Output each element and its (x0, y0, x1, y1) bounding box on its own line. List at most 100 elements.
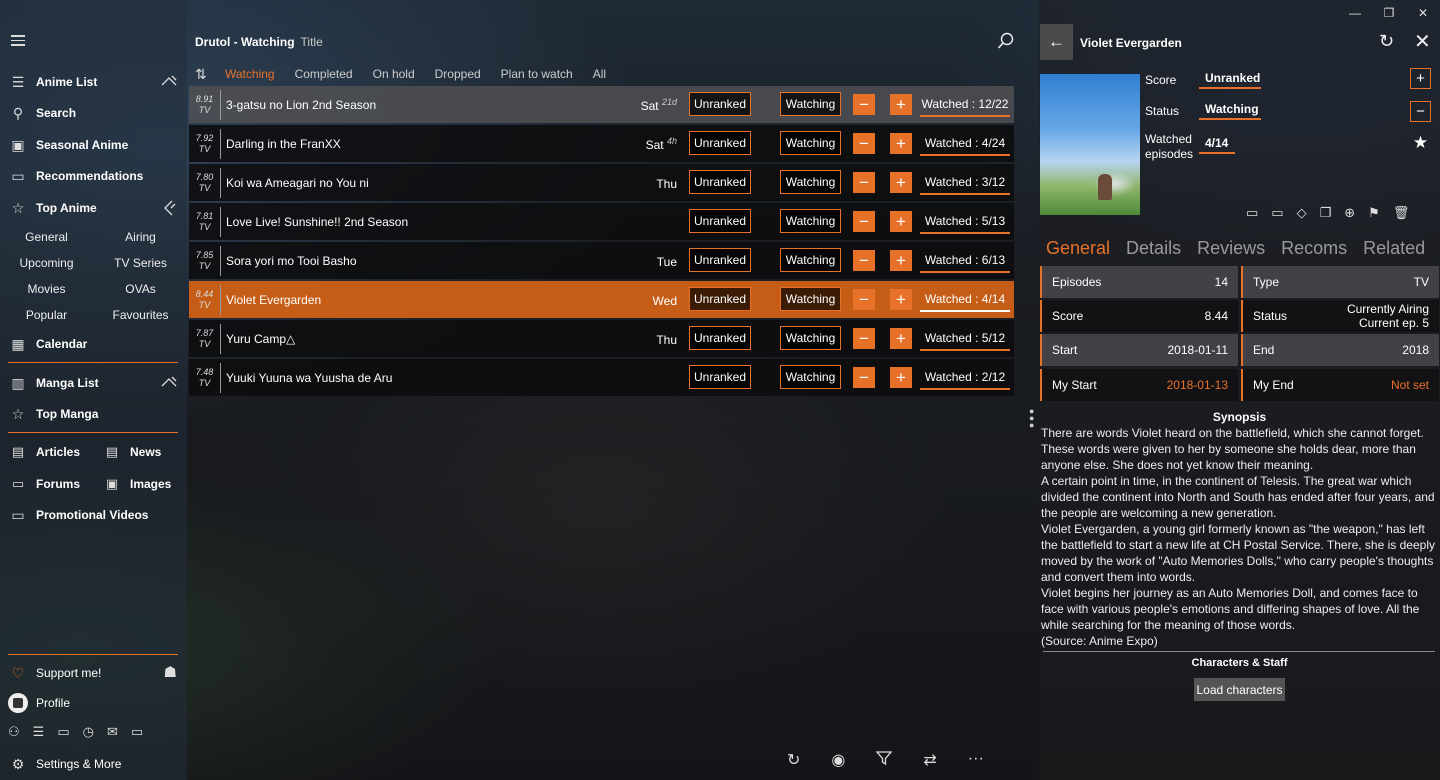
restore-button[interactable]: ❐ (1372, 0, 1406, 26)
score-button[interactable]: Unranked (689, 287, 751, 311)
trash-icon[interactable]: 🗑 (1393, 205, 1410, 221)
top-anime-upcoming[interactable]: Upcoming (0, 256, 93, 270)
back-arrow-icon[interactable]: ← (1040, 24, 1073, 60)
decrement-episode-button[interactable]: − (853, 133, 875, 154)
my-score-field[interactable]: Unranked (1199, 69, 1261, 89)
increment-episode-button[interactable]: + (890, 133, 912, 154)
status-button[interactable]: Watching (780, 365, 841, 389)
close-icon[interactable]: ✕ (1414, 29, 1431, 54)
feedback-person-icon[interactable]: ☗ (164, 663, 177, 681)
status-button[interactable]: Watching (780, 326, 841, 350)
status-button[interactable]: Watching (780, 170, 841, 194)
sidebar-item-top-manga[interactable]: ☆ Top Manga (0, 400, 187, 428)
score-button[interactable]: Unranked (689, 209, 751, 233)
status-button[interactable]: Watching (780, 287, 841, 311)
close-window-button[interactable]: ✕ (1406, 0, 1440, 26)
sidebar-item-search[interactable]: ⚲ Search (0, 99, 187, 127)
tab-on-hold[interactable]: On hold (373, 67, 415, 81)
table-row[interactable]: 7.81 TV Love Live! Sunshine!! 2nd Season … (189, 203, 1014, 240)
tab-recoms[interactable]: Recoms (1281, 238, 1347, 259)
messages-icon[interactable]: ▭ (131, 724, 143, 740)
tab-watching[interactable]: Watching (225, 67, 275, 81)
score-button[interactable]: Unranked (689, 92, 751, 116)
sort-icon[interactable]: ⇅ (195, 66, 225, 83)
sidebar-item-forums[interactable]: ▭ Forums (0, 470, 80, 498)
increment-episode-button[interactable]: + (890, 250, 912, 271)
watched-episodes-field[interactable]: Watched : 3/12 (920, 171, 1010, 195)
friends-icon[interactable]: ⚇ (8, 724, 20, 740)
sidebar-item-news[interactable]: ▤ News (94, 438, 162, 466)
collapse-chevron-icon[interactable] (161, 375, 177, 392)
minimize-button[interactable]: — (1338, 0, 1372, 26)
decrement-episode-button[interactable]: − (853, 250, 875, 271)
tab-related[interactable]: Related (1363, 238, 1425, 259)
mail-icon[interactable]: ✉ (107, 724, 118, 740)
table-row-selected[interactable]: 8.44 TV Violet Evergarden Wed Unranked Wa… (189, 281, 1014, 318)
decrement-episode-button[interactable]: − (1410, 101, 1431, 122)
watched-episodes-field[interactable]: 4/14 (1199, 134, 1235, 154)
decrement-episode-button[interactable]: − (853, 367, 875, 388)
watched-episodes-field[interactable]: Watched : 6/13 (920, 249, 1010, 273)
sidebar-item-profile[interactable]: Profile (0, 689, 187, 717)
history-clock-icon[interactable]: ◷ (83, 724, 94, 740)
watched-episodes-field[interactable]: Watched : 5/13 (920, 210, 1010, 234)
top-anime-general[interactable]: General (0, 230, 93, 244)
filter-icon[interactable] (875, 750, 893, 771)
info-my-end[interactable]: My End Not set (1241, 369, 1439, 401)
video-icon[interactable]: ▭ (1246, 205, 1258, 221)
tab-all[interactable]: All (593, 67, 606, 81)
watched-episodes-field[interactable]: Watched : 4/14 (920, 288, 1010, 312)
table-row[interactable]: 8.91 TV 3-gatsu no Lion 2nd Season Sat 21… (189, 86, 1014, 123)
sidebar-item-promotional-videos[interactable]: ▭ Promotional Videos (0, 501, 187, 529)
table-row[interactable]: 7.92 TV Darling in the FranXX Sat 4h Unra… (189, 125, 1014, 162)
score-button[interactable]: Unranked (689, 365, 751, 389)
watched-episodes-field[interactable]: Watched : 2/12 (920, 366, 1010, 390)
increment-episode-button[interactable]: + (890, 172, 912, 193)
refresh-icon[interactable]: ↻ (787, 750, 800, 771)
list-detail-icon[interactable]: ☰ (33, 724, 45, 740)
decrement-episode-button[interactable]: − (853, 94, 875, 115)
increment-episode-button[interactable]: + (890, 328, 912, 349)
sidebar-item-seasonal-anime[interactable]: ▣ Seasonal Anime (0, 131, 187, 159)
comment-icon[interactable]: ▭ (1271, 205, 1283, 221)
status-button[interactable]: Watching (780, 209, 841, 233)
increment-episode-button[interactable]: + (890, 367, 912, 388)
top-anime-movies[interactable]: Movies (0, 282, 93, 296)
sidebar-item-calendar[interactable]: ▦ Calendar (0, 330, 187, 358)
score-button[interactable]: Unranked (689, 248, 751, 272)
increment-episode-button[interactable]: + (890, 94, 912, 115)
status-button[interactable]: Watching (780, 131, 841, 155)
top-anime-ovas[interactable]: OVAs (94, 282, 187, 296)
decrement-episode-button[interactable]: − (853, 211, 875, 232)
top-anime-favourites[interactable]: Favourites (94, 308, 187, 322)
star-icon[interactable]: ★ (1410, 132, 1431, 153)
watched-episodes-field[interactable]: Watched : 4/24 (920, 132, 1010, 156)
increment-episode-button[interactable]: + (890, 211, 912, 232)
load-characters-button[interactable]: Load characters (1194, 678, 1285, 701)
table-row[interactable]: 7.80 TV Koi wa Ameagari no You ni Thu Unr… (189, 164, 1014, 201)
score-button[interactable]: Unranked (689, 170, 751, 194)
increment-episode-button[interactable]: + (1410, 68, 1431, 89)
hamburger-menu-icon[interactable] (11, 35, 25, 49)
sidebar-item-recommendations[interactable]: ▭ Recommendations (0, 162, 187, 190)
info-my-start[interactable]: My Start 2018-01-13 (1040, 369, 1238, 401)
watched-episodes-field[interactable]: Watched : 5/12 (920, 327, 1010, 351)
sidebar-item-articles[interactable]: ▤ Articles (0, 438, 80, 466)
sidebar-item-anime-list[interactable]: ☰ Anime List (0, 68, 187, 96)
watched-episodes-field[interactable]: Watched : 12/22 (920, 93, 1010, 117)
globe-icon[interactable]: ⊕ (1344, 205, 1355, 221)
tab-plan-to-watch[interactable]: Plan to watch (501, 67, 573, 81)
table-row[interactable]: 7.85 TV Sora yori mo Tooi Basho Tue Unran… (189, 242, 1014, 279)
tab-completed[interactable]: Completed (295, 67, 353, 81)
top-anime-tv-series[interactable]: TV Series (94, 256, 187, 270)
flag-icon[interactable]: ⚑ (1368, 205, 1380, 221)
sidebar-item-top-anime[interactable]: ☆ Top Anime (0, 194, 187, 222)
top-anime-popular[interactable]: Popular (0, 308, 93, 322)
sidebar-item-images[interactable]: ▣ Images (94, 470, 172, 498)
expand-chevron-icon[interactable] (161, 200, 177, 219)
score-button[interactable]: Unranked (689, 131, 751, 155)
tab-dropped[interactable]: Dropped (435, 67, 481, 81)
score-button[interactable]: Unranked (689, 326, 751, 350)
tab-general[interactable]: General (1046, 238, 1110, 259)
decrement-episode-button[interactable]: − (853, 289, 875, 310)
